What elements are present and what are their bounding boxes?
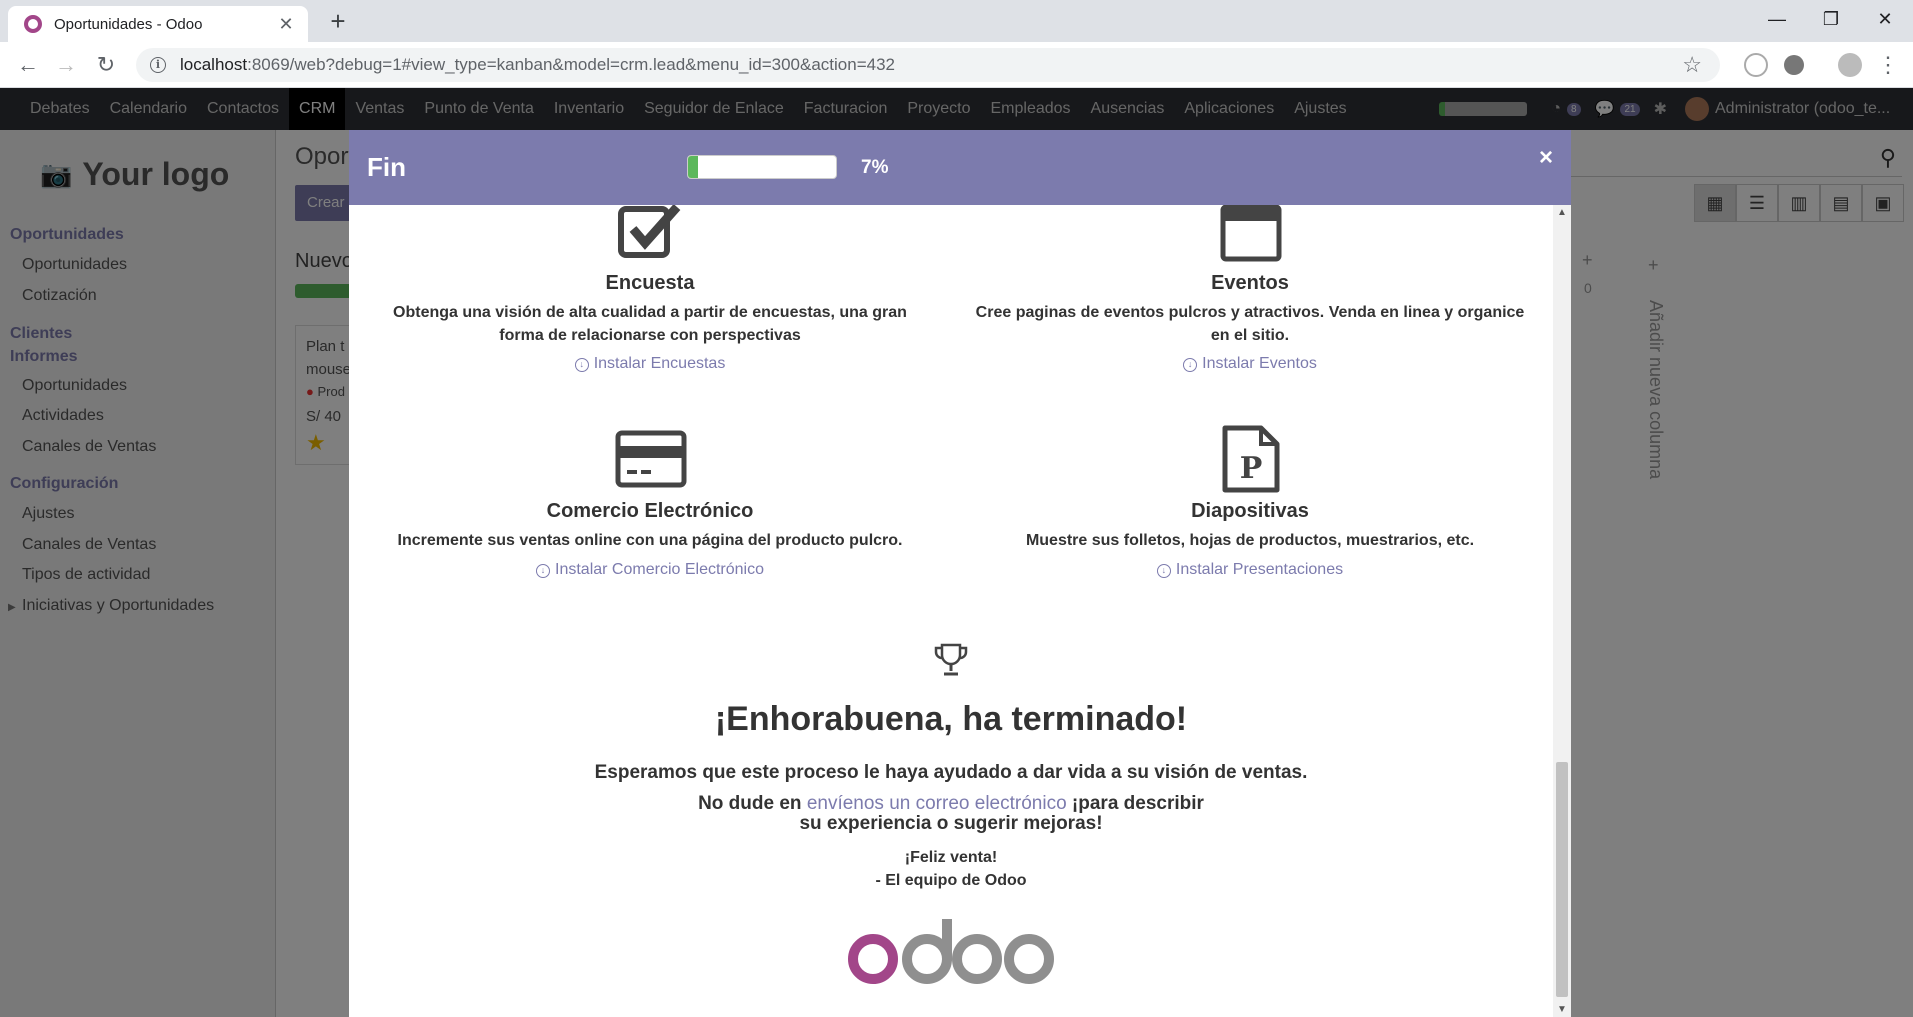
app-name-diapositivas: Diapositivas [1191,500,1309,522]
close-window-button[interactable]: ✕ [1858,0,1912,38]
site-info-icon[interactable]: i [150,57,166,73]
modal-title: Fin [367,152,406,182]
scrollbar-thumb[interactable] [1556,762,1568,997]
modal-body: Encuesta Obtenga una visión de alta cual… [349,205,1553,1017]
install-eventos-link[interactable]: ↓ Instalar Eventos [970,355,1530,373]
feedback-text: No dude en envíenos un correo electrónic… [698,793,1204,834]
extension-2-icon[interactable] [1784,55,1804,75]
reload-icon[interactable]: ↻ [90,49,122,81]
close-icon[interactable]: × [1539,144,1553,172]
install-encuestas-link[interactable]: ↓ Instalar Encuestas [370,355,930,373]
browser-tabstrip: Oportunidades - Odoo ✕ + — ❐ ✕ [0,0,1913,42]
app-desc-encuesta: Obtenga una visión de alta cualidad a pa… [393,304,907,344]
modal-progress-label: 7% [861,157,889,178]
install-presentaciones-link[interactable]: ↓ Instalar Presentaciones [970,561,1530,579]
download-icon: ↓ [574,358,589,372]
odoo-favicon-icon [24,15,42,33]
odoo-logo [843,915,1059,990]
signoff: ¡Feliz venta! - El equipo de Odoo [875,849,1027,889]
install-comercio-link[interactable]: ↓ Instalar Comercio Electrónico [370,561,930,579]
tab-title: Oportunidades - Odoo [54,15,203,33]
congrats-title: ¡Enhorabuena, ha terminado! [714,700,1188,738]
extension-icon[interactable] [1744,53,1768,77]
onboarding-modal: Fin 7% × Encuesta Obtenga una visión de … [349,130,1571,1017]
credit-card-icon [615,430,687,488]
app-desc-eventos: Cree paginas de eventos pulcros y atract… [975,304,1525,344]
scroll-up-arrow-icon[interactable]: ▲ [1553,207,1571,218]
scroll-down-arrow-icon[interactable]: ▼ [1553,1004,1571,1015]
email-link[interactable]: envíenos un correo electrónico [807,793,1067,814]
download-icon: ↓ [1183,358,1198,372]
app-name-comercio: Comercio Electrónico [546,500,754,522]
calendar-icon [1220,205,1282,262]
minimize-button[interactable]: — [1750,0,1804,38]
modal-progress-bar [687,155,837,179]
app-name-eventos: Eventos [1211,272,1289,294]
modal-scrollbar[interactable]: ▲ ▼ [1553,205,1571,1017]
svg-text:P: P [1240,451,1263,486]
bookmark-star-icon[interactable]: ☆ [1682,52,1702,78]
url-text: localhost:8069/web?debug=1#view_type=kan… [180,55,896,74]
tab-close-icon[interactable]: ✕ [276,14,296,35]
address-bar[interactable]: i localhost:8069/web?debug=1#view_type=k… [136,48,1720,82]
app-desc-comercio: Incremente sus ventas online con una pág… [397,532,903,549]
trophy-icon [934,643,968,676]
modal-progress-fill [688,156,699,178]
download-icon: ↓ [1156,564,1171,578]
browser-toolbar: ← → ↻ i localhost:8069/web?debug=1#view_… [0,42,1913,88]
browser-menu-icon[interactable]: ⋮ [1872,49,1904,81]
app-desc-diapositivas: Muestre sus folletos, hojas de productos… [1025,532,1475,549]
new-tab-button[interactable]: + [322,6,354,38]
congrats-text: Esperamos que este proceso le haya ayuda… [594,762,1308,783]
app-name-encuesta: Encuesta [605,272,695,294]
modal-header: Fin 7% × [349,130,1571,205]
restore-button[interactable]: ❐ [1804,0,1858,38]
slides-file-icon: P [1222,425,1280,493]
download-icon: ↓ [536,564,551,578]
back-arrow-icon[interactable]: ← [12,49,44,81]
browser-tab[interactable]: Oportunidades - Odoo ✕ [8,6,308,42]
profile-avatar-icon[interactable] [1838,53,1862,77]
checkbox-icon [618,205,681,258]
forward-arrow-icon[interactable]: → [50,49,82,81]
